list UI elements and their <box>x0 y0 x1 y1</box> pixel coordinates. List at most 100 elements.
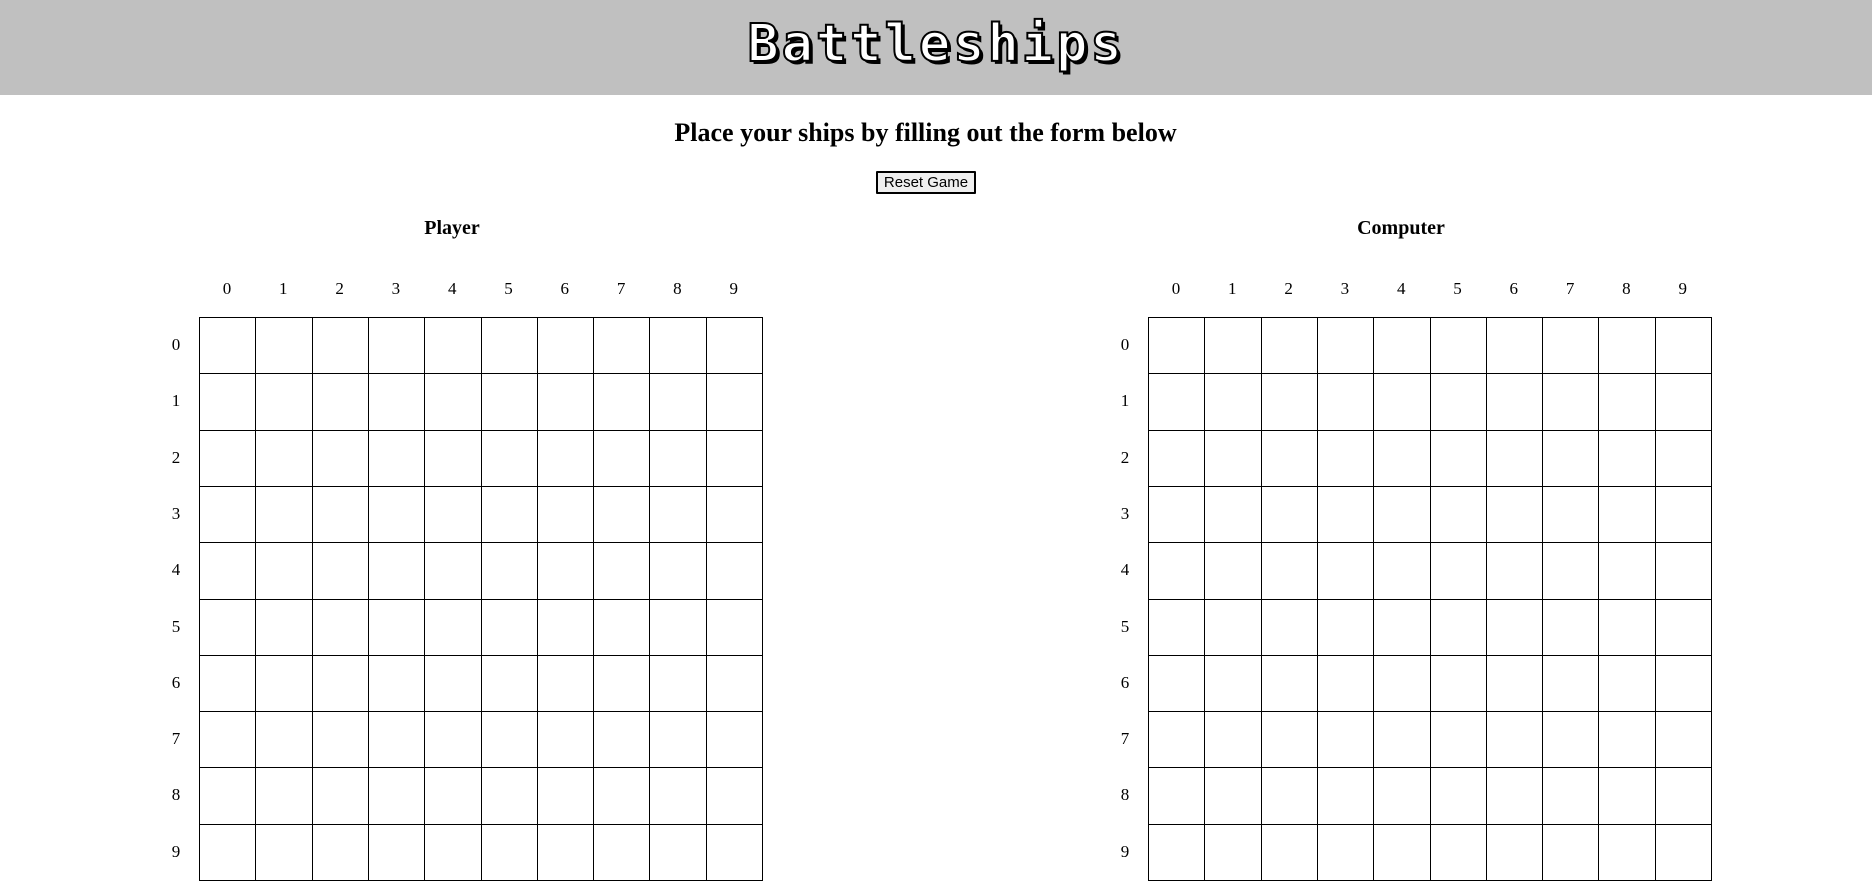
player-grid-cell-5-7[interactable] <box>593 599 650 656</box>
player-grid-cell-5-9[interactable] <box>706 599 763 656</box>
player-grid-cell-4-5[interactable] <box>481 542 538 600</box>
player-grid-cell-3-0[interactable] <box>199 486 256 543</box>
player-grid-cell-7-8[interactable] <box>649 711 707 768</box>
player-grid-cell-3-3[interactable] <box>368 486 425 543</box>
computer-grid-cell-6-1[interactable] <box>1204 655 1262 712</box>
computer-grid-cell-7-5[interactable] <box>1430 711 1487 768</box>
player-grid-cell-1-2[interactable] <box>312 373 369 431</box>
player-grid-cell-0-4[interactable] <box>424 317 482 374</box>
player-grid-cell-2-9[interactable] <box>706 430 763 487</box>
player-grid-cell-9-3[interactable] <box>368 824 425 881</box>
player-grid-cell-2-0[interactable] <box>199 430 256 487</box>
computer-grid-cell-1-8[interactable] <box>1598 373 1656 431</box>
player-grid-cell-9-7[interactable] <box>593 824 650 881</box>
computer-grid-cell-1-3[interactable] <box>1317 373 1374 431</box>
computer-grid-cell-0-2[interactable] <box>1261 317 1318 374</box>
computer-grid-cell-9-9[interactable] <box>1655 824 1712 881</box>
computer-grid-cell-1-4[interactable] <box>1373 373 1431 431</box>
computer-grid-cell-4-2[interactable] <box>1261 542 1318 600</box>
computer-grid-cell-4-7[interactable] <box>1542 542 1599 600</box>
player-grid-cell-8-8[interactable] <box>649 767 707 825</box>
computer-grid-cell-7-4[interactable] <box>1373 711 1431 768</box>
player-grid-cell-6-8[interactable] <box>649 655 707 712</box>
player-grid-cell-5-4[interactable] <box>424 599 482 656</box>
computer-grid-cell-2-9[interactable] <box>1655 430 1712 487</box>
computer-grid-cell-0-7[interactable] <box>1542 317 1599 374</box>
computer-grid-cell-7-7[interactable] <box>1542 711 1599 768</box>
player-grid-cell-5-8[interactable] <box>649 599 707 656</box>
computer-grid-cell-2-3[interactable] <box>1317 430 1374 487</box>
computer-grid-cell-9-5[interactable] <box>1430 824 1487 881</box>
computer-grid-cell-7-8[interactable] <box>1598 711 1656 768</box>
player-grid-cell-9-1[interactable] <box>255 824 313 881</box>
player-grid-cell-6-6[interactable] <box>537 655 594 712</box>
player-grid-cell-5-6[interactable] <box>537 599 594 656</box>
player-grid-cell-0-6[interactable] <box>537 317 594 374</box>
computer-grid-cell-8-9[interactable] <box>1655 767 1712 825</box>
computer-grid-cell-4-3[interactable] <box>1317 542 1374 600</box>
player-grid-cell-6-9[interactable] <box>706 655 763 712</box>
computer-grid-cell-4-1[interactable] <box>1204 542 1262 600</box>
computer-grid-cell-9-8[interactable] <box>1598 824 1656 881</box>
computer-grid-cell-3-3[interactable] <box>1317 486 1374 543</box>
computer-grid-cell-0-6[interactable] <box>1486 317 1543 374</box>
player-grid-cell-6-2[interactable] <box>312 655 369 712</box>
computer-grid-cell-4-9[interactable] <box>1655 542 1712 600</box>
player-grid-cell-4-2[interactable] <box>312 542 369 600</box>
computer-grid-cell-6-0[interactable] <box>1148 655 1205 712</box>
player-grid-cell-3-8[interactable] <box>649 486 707 543</box>
player-grid-cell-2-3[interactable] <box>368 430 425 487</box>
player-grid-cell-3-1[interactable] <box>255 486 313 543</box>
computer-grid-cell-1-2[interactable] <box>1261 373 1318 431</box>
player-grid-cell-1-5[interactable] <box>481 373 538 431</box>
player-grid-cell-1-0[interactable] <box>199 373 256 431</box>
player-grid-cell-0-1[interactable] <box>255 317 313 374</box>
computer-grid-cell-1-5[interactable] <box>1430 373 1487 431</box>
computer-grid-cell-6-7[interactable] <box>1542 655 1599 712</box>
computer-grid-cell-0-0[interactable] <box>1148 317 1205 374</box>
computer-grid-cell-7-0[interactable] <box>1148 711 1205 768</box>
computer-grid-cell-3-6[interactable] <box>1486 486 1543 543</box>
computer-grid-cell-3-1[interactable] <box>1204 486 1262 543</box>
player-grid-cell-0-7[interactable] <box>593 317 650 374</box>
player-grid-cell-8-7[interactable] <box>593 767 650 825</box>
player-grid-cell-5-3[interactable] <box>368 599 425 656</box>
computer-grid-cell-6-9[interactable] <box>1655 655 1712 712</box>
player-grid-cell-3-2[interactable] <box>312 486 369 543</box>
player-grid-cell-7-0[interactable] <box>199 711 256 768</box>
computer-grid-cell-3-4[interactable] <box>1373 486 1431 543</box>
computer-grid-cell-3-5[interactable] <box>1430 486 1487 543</box>
computer-grid-cell-3-2[interactable] <box>1261 486 1318 543</box>
computer-grid-cell-8-3[interactable] <box>1317 767 1374 825</box>
player-grid-cell-0-8[interactable] <box>649 317 707 374</box>
player-grid-cell-4-7[interactable] <box>593 542 650 600</box>
player-grid-cell-4-9[interactable] <box>706 542 763 600</box>
player-grid-cell-1-6[interactable] <box>537 373 594 431</box>
player-grid-cell-1-1[interactable] <box>255 373 313 431</box>
computer-grid-cell-2-7[interactable] <box>1542 430 1599 487</box>
computer-grid-cell-6-5[interactable] <box>1430 655 1487 712</box>
computer-grid-cell-0-4[interactable] <box>1373 317 1431 374</box>
player-grid-cell-8-6[interactable] <box>537 767 594 825</box>
computer-grid-cell-2-1[interactable] <box>1204 430 1262 487</box>
computer-grid-cell-6-6[interactable] <box>1486 655 1543 712</box>
computer-grid-cell-9-1[interactable] <box>1204 824 1262 881</box>
player-grid-cell-9-6[interactable] <box>537 824 594 881</box>
player-grid-cell-8-5[interactable] <box>481 767 538 825</box>
computer-grid-cell-9-3[interactable] <box>1317 824 1374 881</box>
player-grid-cell-7-3[interactable] <box>368 711 425 768</box>
computer-grid-cell-6-8[interactable] <box>1598 655 1656 712</box>
player-grid-cell-0-2[interactable] <box>312 317 369 374</box>
computer-grid-cell-7-9[interactable] <box>1655 711 1712 768</box>
computer-grid-cell-4-4[interactable] <box>1373 542 1431 600</box>
player-grid-cell-4-0[interactable] <box>199 542 256 600</box>
computer-grid-cell-0-9[interactable] <box>1655 317 1712 374</box>
player-grid-cell-4-8[interactable] <box>649 542 707 600</box>
computer-grid-cell-8-1[interactable] <box>1204 767 1262 825</box>
player-grid-cell-5-5[interactable] <box>481 599 538 656</box>
player-grid-cell-0-5[interactable] <box>481 317 538 374</box>
computer-grid-cell-2-2[interactable] <box>1261 430 1318 487</box>
player-grid-cell-0-9[interactable] <box>706 317 763 374</box>
player-grid-cell-7-6[interactable] <box>537 711 594 768</box>
computer-grid-cell-0-5[interactable] <box>1430 317 1487 374</box>
